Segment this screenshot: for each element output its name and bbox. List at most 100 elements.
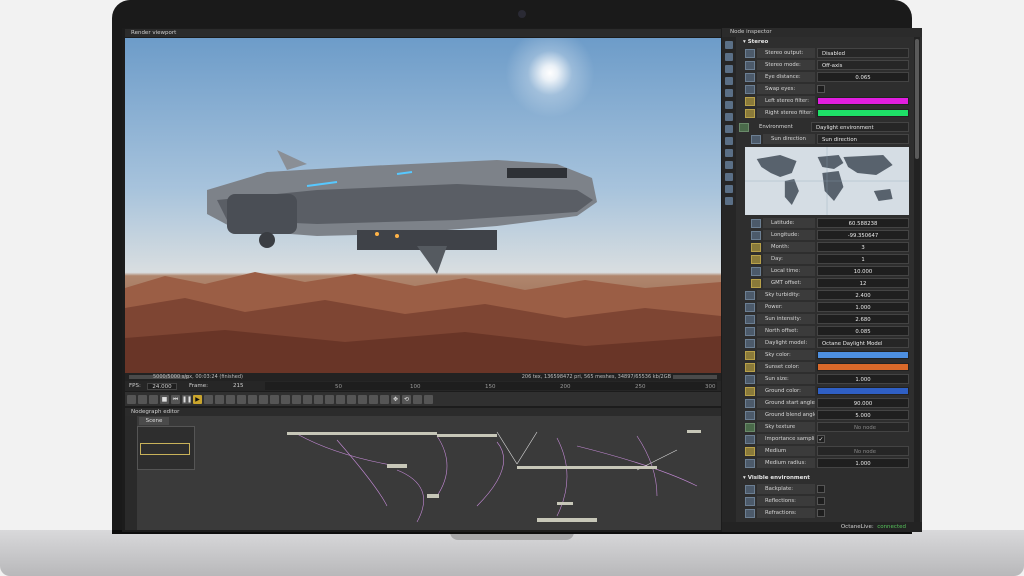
region-icon[interactable] [138,394,147,404]
color-node-icon[interactable] [725,161,733,169]
world-axis-icon[interactable] [424,394,433,404]
day-field[interactable]: 1 [817,254,909,264]
material-node-icon[interactable] [725,113,733,121]
world-map-graphic [745,147,909,215]
decal-icon[interactable] [358,394,367,404]
image-node-icon[interactable] [725,185,733,193]
lock-icon[interactable] [215,394,224,404]
pick-material-icon[interactable] [259,394,268,404]
eye-distance-field[interactable]: 0.065 [817,72,909,82]
fps-label: FPS: [129,383,141,389]
ground-color-swatch[interactable] [817,387,909,395]
post-node-icon[interactable] [725,89,733,97]
left-filter-swatch[interactable] [817,97,909,105]
ground-start-field[interactable]: 90.000 [817,398,909,408]
move-icon[interactable]: ✥ [391,394,400,404]
importance-sampling-checkbox[interactable]: ✓ [817,435,825,443]
kernel-node-icon[interactable] [725,65,733,73]
pick-white-icon[interactable] [248,394,257,404]
environment-node-icon[interactable] [725,53,733,61]
latitude-field[interactable]: 60.588238 [817,218,909,228]
environment-icon [739,122,749,132]
laptop-base [0,530,1024,576]
scale-icon[interactable] [413,394,422,404]
render-viewport[interactable] [125,38,721,373]
stereo-mode-label: Stereo mode: [757,60,815,70]
fps-input[interactable]: 24.000 [147,382,177,390]
camera-node-icon[interactable] [725,41,733,49]
float-icon [745,290,755,300]
timeline-scrubber[interactable]: 50 100 150 200 250 300 [265,382,717,390]
region-render-icon[interactable] [314,394,323,404]
color-icon[interactable] [226,394,235,404]
month-field[interactable]: 3 [817,242,909,252]
sun-direction-select[interactable]: Sun direction [817,134,909,144]
gmt-offset-field[interactable]: 12 [817,278,909,288]
frame-value[interactable]: 215 [233,381,244,391]
ground-blend-field[interactable]: 5.000 [817,410,909,420]
sky-texture-select[interactable]: No node [817,422,909,432]
sun-size-field[interactable]: 1.000 [817,374,909,384]
node-inspector: Node inspector ▾ Stereo Stereo output: Di… [722,28,922,532]
imager-node-icon[interactable] [725,77,733,85]
longitude-field[interactable]: -99.350647 [817,230,909,240]
nodegraph-minimap[interactable] [137,426,195,470]
int-icon [751,254,761,264]
desert-terrain [125,272,721,373]
sunset-color-swatch[interactable] [817,363,909,371]
material-icon[interactable] [149,394,158,404]
float-icon [745,458,755,468]
north-offset-field[interactable]: 0.085 [817,326,909,336]
pick-object-icon[interactable] [270,394,279,404]
pick-focus-icon[interactable] [237,394,246,404]
sky-turbidity-field[interactable]: 2.400 [817,290,909,300]
stereo-output-select[interactable]: Disabled [817,48,909,58]
geometry-node-icon[interactable] [725,101,733,109]
pick-camera-icon[interactable] [281,394,290,404]
right-filter-swatch[interactable] [817,109,909,117]
layers-icon[interactable] [347,394,356,404]
emission-node-icon[interactable] [725,173,733,181]
play-icon[interactable]: ▶ [193,394,202,404]
save-image-icon[interactable] [303,394,312,404]
swap-eyes-checkbox[interactable] [817,85,825,93]
stereo-section-header[interactable]: ▾ Stereo [737,37,913,47]
world-map[interactable] [745,147,909,215]
daylight-model-label: Daylight model: [757,338,815,348]
nodegraph-canvas[interactable] [137,426,721,530]
stop-icon[interactable]: ■ [160,394,169,404]
render-settings-icon[interactable] [127,394,136,404]
film-region-icon[interactable] [325,394,334,404]
lock-resolution-icon[interactable] [336,394,345,404]
environment-type-select[interactable]: Daylight environment [811,122,909,132]
gizmo-icon[interactable] [380,394,389,404]
power-field[interactable]: 1.000 [817,302,909,312]
float-icon [751,266,761,276]
rewind-icon[interactable]: ⏮ [171,394,180,404]
copy-icon[interactable] [292,394,301,404]
stereo-mode-select[interactable]: Off-axis [817,60,909,70]
local-time-field[interactable]: 10.000 [817,266,909,276]
rotate-icon[interactable]: ⟲ [402,394,411,404]
refractions-checkbox[interactable] [817,509,825,517]
light-node-icon[interactable] [725,197,733,205]
sky-color-swatch[interactable] [817,351,909,359]
reflections-checkbox[interactable] [817,497,825,505]
float-icon [751,230,761,240]
visible-environment-header[interactable]: ▾ Visible environment [737,473,913,483]
transform-node-icon[interactable] [725,149,733,157]
texture-node-icon[interactable] [725,125,733,133]
viewport-resolution-icon[interactable] [369,394,378,404]
gmt-offset-label: GMT offset: [763,278,815,288]
sun-intensity-field[interactable]: 2.680 [817,314,909,324]
pause-icon[interactable]: ❚❚ [182,394,192,404]
medium-select[interactable]: No node [817,446,909,456]
medium-radius-field[interactable]: 1.000 [817,458,909,468]
backplate-checkbox[interactable] [817,485,825,493]
camera-view-icon[interactable] [204,394,213,404]
daylight-model-select[interactable]: Octane Daylight Model [817,338,909,348]
inspector-scrollbar[interactable] [914,37,920,522]
sphere-node-icon[interactable] [725,137,733,145]
timeline-bar[interactable]: FPS: 24.000 Frame: 215 50 100 150 200 25… [125,381,721,391]
tab-scene[interactable]: Scene [139,417,169,425]
